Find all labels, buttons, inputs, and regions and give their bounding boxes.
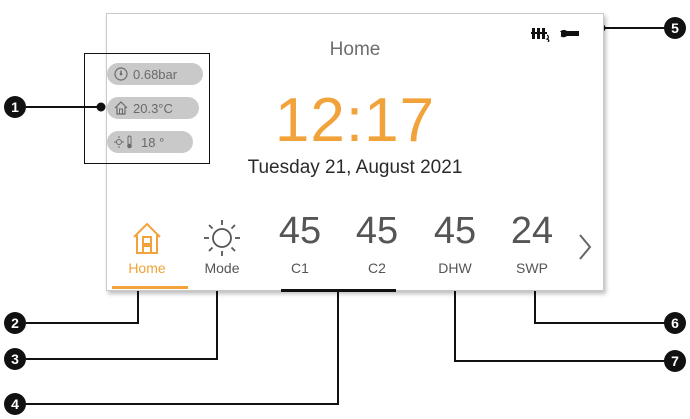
tile-c1[interactable]: 45 C1 — [265, 210, 335, 292]
tile-c1-value: 45 — [278, 210, 322, 252]
tile-dhw-label: DHW — [438, 260, 472, 276]
gauge-icon — [114, 67, 128, 81]
callout-badge-7: 7 — [664, 350, 686, 372]
callout-badge-2: 2 — [4, 312, 26, 334]
callout-badge-6: 6 — [664, 312, 686, 334]
callout-badge-1: 1 — [4, 96, 26, 118]
tile-c2-value: 45 — [355, 210, 399, 252]
indoor-temp-value: 20.3°C — [133, 100, 173, 116]
wrench-icon[interactable] — [557, 27, 579, 41]
sun-icon — [187, 210, 257, 256]
tile-c2[interactable]: 45 C2 — [342, 210, 412, 292]
home-icon — [112, 210, 182, 256]
status-icons — [531, 26, 579, 42]
callout-badge-5: 5 — [664, 17, 686, 39]
tile-swp[interactable]: 24 SWP — [497, 210, 567, 292]
tile-c2-label: C2 — [368, 260, 386, 276]
indoor-temp-pill: 20.3°C — [107, 97, 199, 119]
outdoor-temp-pill: 18 ° — [107, 131, 193, 153]
circuits-bracket — [281, 289, 396, 292]
active-tab-indicator — [112, 286, 188, 289]
tile-mode[interactable]: Mode — [187, 210, 257, 292]
sun-thermometer-icon — [114, 135, 136, 149]
tile-c1-label: C1 — [291, 260, 309, 276]
house-icon — [114, 101, 128, 115]
tile-dhw-value: 45 — [433, 210, 477, 252]
tile-home-label: Home — [128, 260, 166, 276]
tile-swp-label: SWP — [516, 260, 548, 276]
chevron-right-icon[interactable] — [577, 232, 593, 267]
pressure-pill: 0.68bar — [107, 63, 203, 85]
callout-badge-4: 4 — [4, 393, 26, 415]
tile-mode-label: Mode — [204, 260, 240, 276]
pressure-value: 0.68bar — [133, 66, 178, 82]
outdoor-temp-value: 18 ° — [141, 134, 165, 150]
tile-dhw[interactable]: 45 DHW — [420, 210, 490, 292]
radiator-icon — [531, 26, 551, 42]
tile-swp-value: 24 — [510, 210, 554, 252]
tile-home[interactable]: Home — [112, 210, 188, 292]
callout-badge-3: 3 — [4, 348, 26, 370]
